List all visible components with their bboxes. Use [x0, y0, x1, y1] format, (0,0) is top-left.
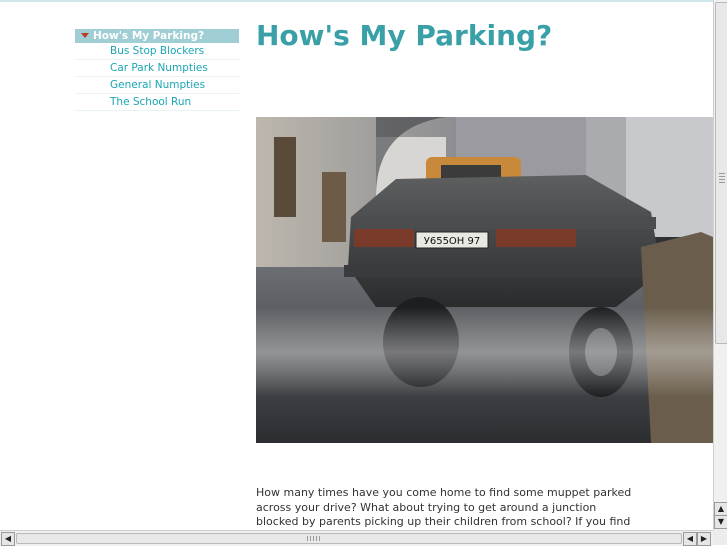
page-title: How's My Parking?: [256, 19, 553, 52]
vertical-scrollbar[interactable]: ▲ ▼: [713, 0, 727, 530]
arrow-right-icon[interactable]: ▶: [697, 532, 711, 546]
sidebar-nav: How's My Parking? Bus Stop Blockers Car …: [75, 29, 239, 111]
arrow-up-icon[interactable]: ▲: [714, 502, 727, 516]
arrow-down-icon[interactable]: ▼: [714, 515, 727, 529]
nav-active-label: How's My Parking?: [93, 30, 205, 42]
vertical-scroll-thumb[interactable]: [715, 2, 727, 344]
nav-item-hows-my-parking[interactable]: How's My Parking?: [75, 29, 239, 43]
towed-car-illustration: У655ОН 97: [256, 117, 713, 443]
nav-item-car-park-numpties[interactable]: Car Park Numpties: [75, 60, 239, 77]
nav-item-school-run[interactable]: The School Run: [75, 94, 239, 111]
hero-photo: У655ОН 97: [256, 117, 713, 443]
scroll-corner: [713, 530, 727, 545]
arrow-left-icon[interactable]: ◀: [1, 532, 15, 546]
triangle-down-icon: [81, 33, 89, 38]
license-plate-text: У655ОН 97: [424, 236, 480, 247]
nav-item-general-numpties[interactable]: General Numpties: [75, 77, 239, 94]
arrow-left-icon[interactable]: ◀: [683, 532, 697, 546]
nav-item-bus-stop-blockers[interactable]: Bus Stop Blockers: [75, 43, 239, 60]
grip-icon: [307, 536, 321, 541]
horizontal-scroll-thumb[interactable]: [16, 533, 682, 544]
grip-icon: [719, 173, 725, 185]
horizontal-scrollbar[interactable]: ◀ ◀ ▶: [0, 530, 713, 546]
top-rule: [0, 0, 727, 2]
